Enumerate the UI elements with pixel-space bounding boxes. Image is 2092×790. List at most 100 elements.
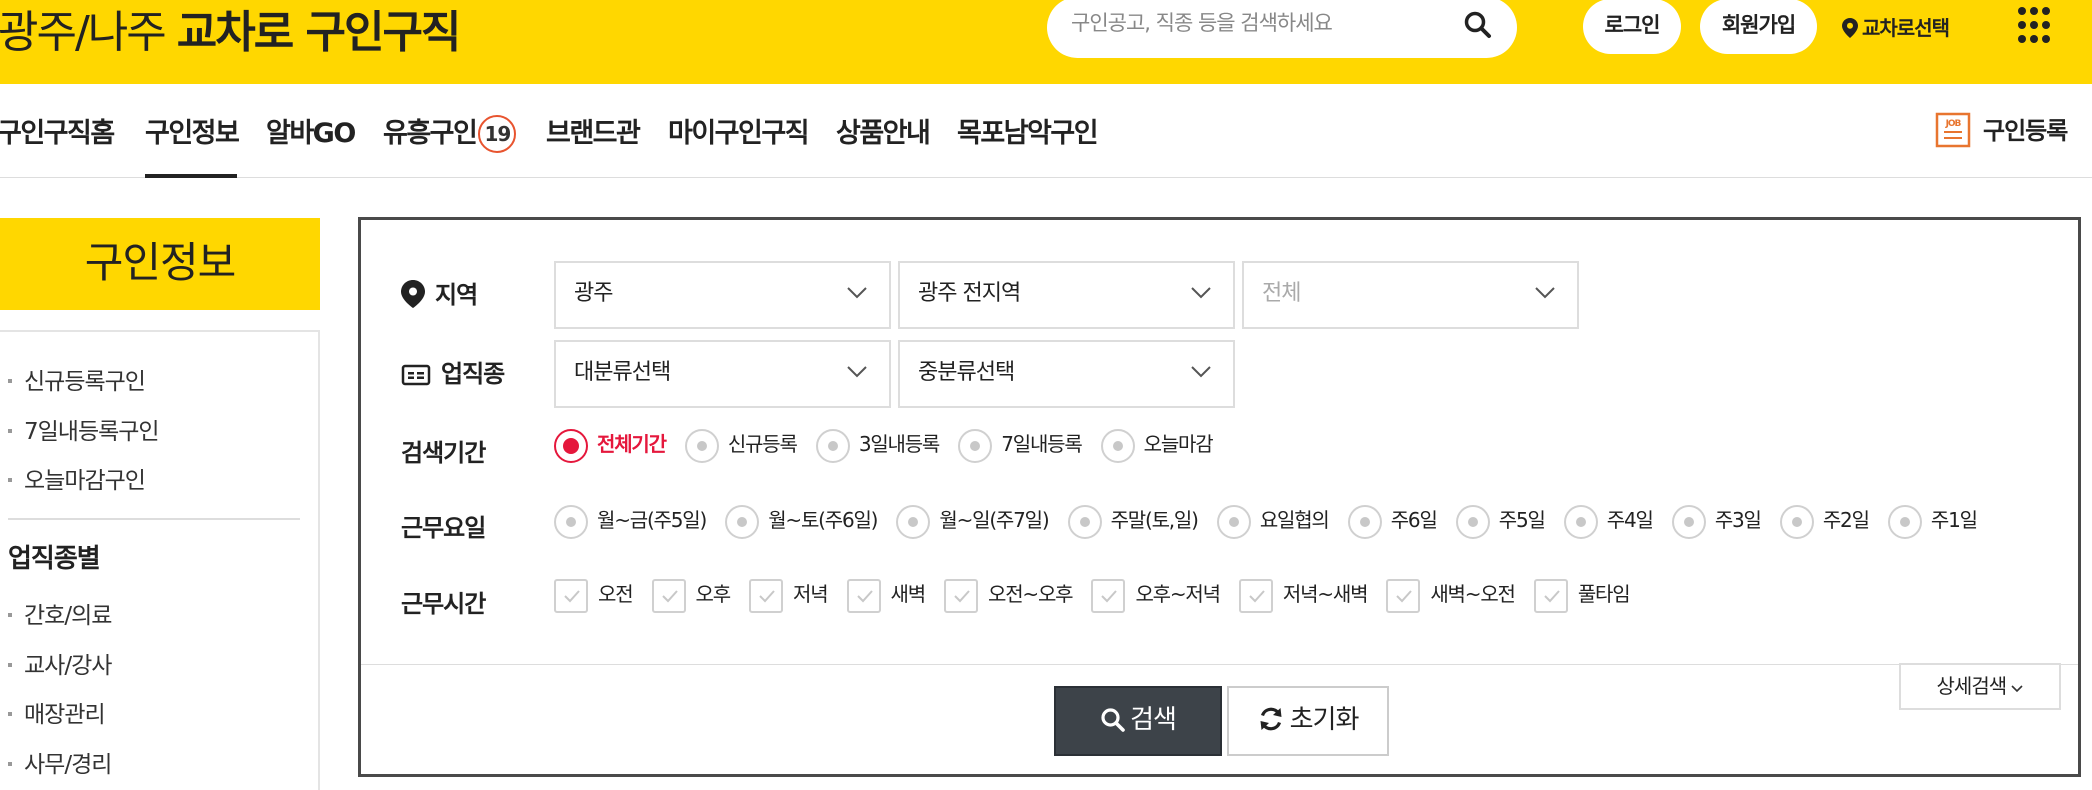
worktime-option-label: 오전 (598, 582, 634, 606)
period-option-7days[interactable]: 7일내등록 (958, 428, 1083, 463)
region-label: 지역 (401, 275, 478, 310)
job-major-value: 대분류선택 (574, 360, 671, 385)
period-option-new[interactable]: 신규등록 (684, 428, 798, 463)
check-icon (954, 589, 970, 602)
region-label-text: 지역 (435, 281, 478, 309)
adult-19-badge: 19 (478, 115, 517, 153)
job-register-button[interactable]: JOB 구인등록 (1935, 111, 2068, 148)
search-filter-panel: 지역 광주 광주 전지역 전체 업직종 대분류선택 중분류선택 검색기간 전체기… (358, 217, 2081, 777)
job-major-select[interactable]: 대분류선택 (554, 340, 891, 408)
worktime-option[interactable]: 저녁~새벽 (1238, 578, 1368, 613)
nav-item-home[interactable]: 구인구직홈 (0, 111, 115, 150)
worktime-option-label: 오후~저녁 (1135, 582, 1221, 606)
search-icon (1101, 708, 1125, 732)
nav-item-mokpo[interactable]: 목포남악구인 (957, 111, 1099, 150)
check-icon (564, 589, 580, 602)
period-option-3days[interactable]: 3일내등록 (815, 428, 940, 463)
chevron-down-icon (2011, 685, 2024, 693)
worktime-option[interactable]: 새벽~오전 (1386, 578, 1516, 613)
period-option-all[interactable]: 전체기간 (554, 428, 667, 463)
radio (896, 504, 931, 539)
worktime-option[interactable]: 오전~오후 (944, 578, 1074, 613)
check-icon (661, 589, 678, 602)
workday-option[interactable]: 주5일 (1455, 504, 1546, 539)
workday-option[interactable]: 주말(토,일) (1067, 504, 1199, 539)
chevron-down-icon (1191, 366, 1211, 378)
sidebar-category-office[interactable]: 사무/경리 (8, 745, 112, 779)
checkbox (1238, 578, 1273, 613)
sidebar-category-store[interactable]: 매장관리 (8, 695, 106, 729)
check-icon (759, 589, 775, 602)
workday-option[interactable]: 요일협의 (1216, 504, 1330, 539)
search-button[interactable]: 검색 (1054, 686, 1222, 756)
workday-option[interactable]: 주4일 (1563, 504, 1654, 539)
period-option-today[interactable]: 오늘마감 (1100, 428, 1214, 463)
job-minor-select[interactable]: 중분류선택 (898, 340, 1235, 408)
job-type-label-text: 업직종 (441, 360, 505, 388)
sidebar-category-nursing[interactable]: 간호/의료 (8, 596, 112, 630)
worktime-option[interactable]: 오전 (554, 578, 634, 613)
region-city-select[interactable]: 광주 전지역 (898, 261, 1235, 329)
search-placeholder: 구인공고, 직종 등을 검색하세요 (1071, 11, 1333, 35)
radio (815, 428, 850, 463)
search-input[interactable]: 구인공고, 직종 등을 검색하세요 (1047, 0, 1517, 58)
period-radio-group: 전체기간 신규등록 3일내등록 7일내등록 오늘마감 (554, 428, 1226, 463)
detail-search-button[interactable]: 상세검색 (1899, 663, 2061, 710)
workday-option[interactable]: 월~토(주6일) (725, 504, 878, 539)
site-logo[interactable]: 광주/나주 교차로 구인구직 (0, 0, 461, 60)
worktime-option-label: 새벽~오전 (1430, 582, 1516, 606)
workday-radio-group: 월~금(주5일) 월~토(주6일) 월~일(주7일) 주말(토,일) 요일협의 … (554, 504, 1991, 539)
sidebar-link-7days[interactable]: 7일내등록구인 (8, 412, 160, 446)
region-district-select[interactable]: 전체 (1242, 261, 1579, 329)
radio-selected (554, 428, 588, 463)
worktime-option[interactable]: 오후 (651, 578, 731, 613)
worktime-option[interactable]: 풀타임 (1533, 578, 1631, 613)
workday-option-label: 월~금(주5일) (597, 508, 707, 532)
workday-option[interactable]: 주6일 (1347, 504, 1438, 539)
workday-option[interactable]: 월~금(주5일) (554, 504, 707, 539)
signup-button[interactable]: 회원가입 (1700, 0, 1817, 54)
workday-option[interactable]: 월~일(주7일) (896, 504, 1050, 539)
detail-search-label: 상세검색 (1936, 674, 2008, 698)
worktime-checkbox-group: 오전 오후 저녁 새벽 오전~오후 오후~저녁 저녁~새벽 새벽~오전 풀타임 (554, 578, 1643, 613)
workday-option[interactable]: 주3일 (1671, 504, 1762, 539)
sidebar-link-today-closing[interactable]: 오늘마감구인 (8, 461, 146, 495)
nav-item-products[interactable]: 상품안내 (836, 111, 931, 150)
apps-grid-icon[interactable] (2017, 5, 2051, 45)
check-icon (1396, 589, 1413, 602)
reset-button-label: 초기화 (1289, 705, 1360, 735)
workday-label: 근무요일 (401, 514, 486, 542)
nav-item-brands[interactable]: 브랜드관 (546, 111, 641, 150)
nav-item-job-info[interactable]: 구인정보 (145, 111, 240, 150)
region-district-value: 전체 (1262, 281, 1301, 306)
chevron-down-icon (1191, 287, 1211, 299)
reset-button[interactable]: 초기화 (1227, 686, 1389, 756)
workday-option[interactable]: 주1일 (1887, 504, 1978, 539)
sidebar-category-teacher[interactable]: 교사/강사 (8, 646, 112, 680)
region-select-link[interactable]: 교차로선택 (1842, 12, 1950, 41)
worktime-option-label: 새벽 (890, 582, 927, 606)
nav-item-adult-jobs-label: 유흥구인 (383, 118, 478, 149)
panel-divider (361, 664, 2078, 665)
login-button[interactable]: 로그인 (1583, 0, 1681, 54)
workday-option-label: 주4일 (1606, 508, 1654, 532)
worktime-option[interactable]: 오후~저녁 (1091, 578, 1221, 613)
sidebar-link-new[interactable]: 신규등록구인 (8, 362, 146, 396)
radio (1779, 504, 1814, 539)
check-icon (1544, 589, 1560, 602)
worktime-option[interactable]: 새벽 (846, 578, 927, 613)
nav-item-my-jobs[interactable]: 마이구인구직 (668, 111, 810, 150)
checkbox (651, 578, 686, 613)
region-province-value: 광주 (574, 281, 613, 306)
worktime-option[interactable]: 저녁 (749, 578, 829, 613)
nav-item-albago[interactable]: 알바GO (266, 111, 356, 150)
nav-item-adult-jobs[interactable]: 유흥구인 19 (383, 111, 517, 153)
search-icon[interactable] (1463, 10, 1493, 40)
region-province-select[interactable]: 광주 (554, 261, 891, 329)
main-nav: 구인구직홈 구인정보 알바GO 유흥구인 19 브랜드관 마이구인구직 상품안내 … (0, 84, 2092, 178)
chevron-down-icon (847, 287, 867, 299)
workday-option[interactable]: 주2일 (1779, 504, 1870, 539)
nav-active-indicator (145, 174, 237, 178)
job-type-label: 업직종 (401, 354, 505, 389)
checkbox (1386, 578, 1421, 613)
